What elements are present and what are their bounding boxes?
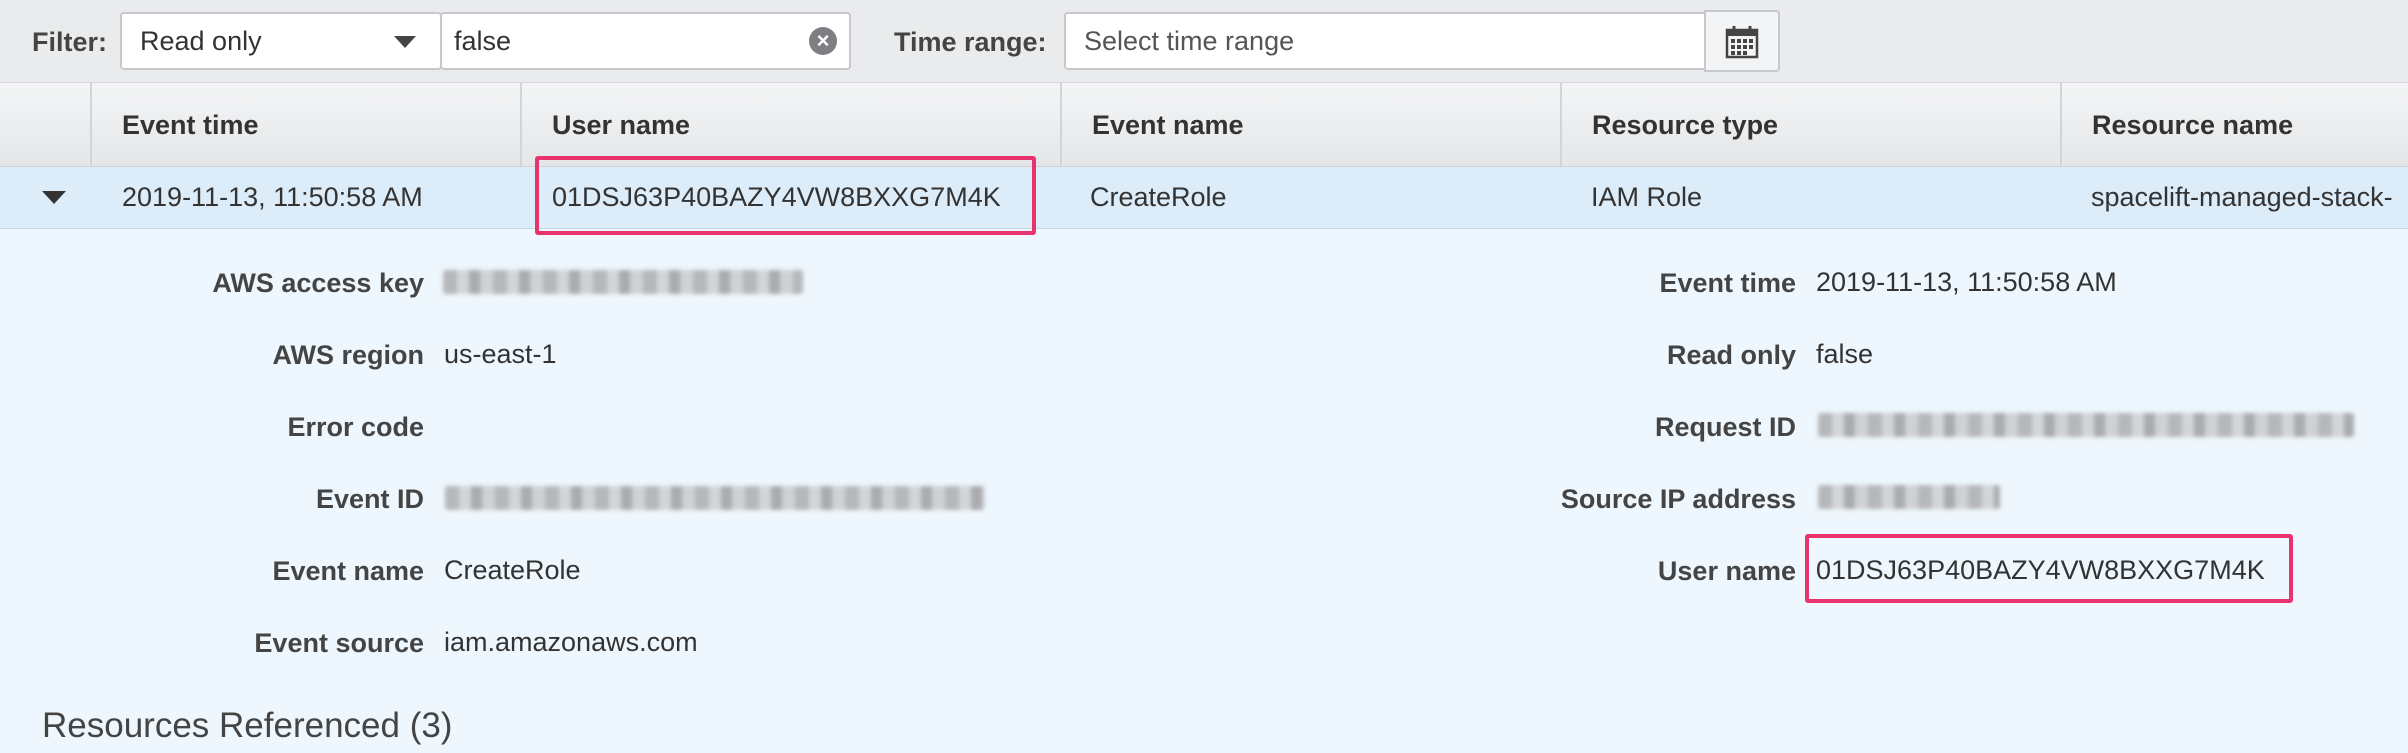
label-event-name: Event name <box>272 556 424 586</box>
time-range-placeholder: Select time range <box>1084 26 1295 56</box>
redacted-request-id <box>1818 413 2354 437</box>
user-name-detail-highlight <box>1805 534 2293 603</box>
redacted-access-key <box>443 270 803 294</box>
cell-resource-name: spacelift-managed-stack- <box>2091 182 2393 212</box>
table-header: Event time User name Event name Resource… <box>0 83 2408 167</box>
value-event-name: CreateRole <box>444 555 581 585</box>
filter-value: false <box>454 26 512 56</box>
label-aws-region: AWS region <box>272 340 424 370</box>
label-user-name: User name <box>1657 556 1796 586</box>
value-event-source: iam.amazonaws.com <box>444 627 698 657</box>
filter-value-input[interactable]: false × <box>440 12 851 70</box>
cell-resource-type: IAM Role <box>1591 182 1703 212</box>
cell-event-time: 2019-11-13, 11:50:58 AM <box>122 182 423 212</box>
label-event-id: Event ID <box>315 484 424 514</box>
label-read-only: Read only <box>1666 340 1796 370</box>
label-event-source: Event source <box>254 628 424 658</box>
time-range-label: Time range: <box>894 27 1047 57</box>
redacted-source-ip <box>1818 485 2000 509</box>
value-event-time: 2019-11-13, 11:50:58 AM <box>1816 267 2117 297</box>
calendar-icon <box>1725 26 1759 59</box>
filter-bar: Filter: Read only false × Time range: Se… <box>0 0 2408 83</box>
label-request-id: Request ID <box>1654 412 1796 442</box>
redacted-event-id <box>445 486 985 510</box>
column-event-time[interactable]: Event time <box>90 83 520 166</box>
filter-label: Filter: <box>32 27 108 57</box>
label-error-code: Error code <box>287 412 424 442</box>
cell-event-name: CreateRole <box>1090 182 1227 212</box>
calendar-button[interactable] <box>1704 10 1780 72</box>
column-user-name[interactable]: User name <box>520 83 1060 166</box>
time-range-input[interactable]: Select time range <box>1064 12 1708 70</box>
filter-attribute-value: Read only <box>140 26 262 56</box>
label-event-time: Event time <box>1659 268 1796 298</box>
label-source-ip: Source IP address <box>1560 484 1796 514</box>
value-aws-region: us-east-1 <box>444 339 557 369</box>
filter-attribute-select[interactable]: Read only <box>120 12 442 70</box>
user-name-highlight <box>535 156 1036 235</box>
table-row[interactable]: 2019-11-13, 11:50:58 AM 01DSJ63P40BAZY4V… <box>0 167 2408 229</box>
resources-referenced-heading[interactable]: Resources Referenced (3) <box>42 706 452 746</box>
chevron-down-icon <box>394 36 416 48</box>
label-aws-access-key: AWS access key <box>212 268 424 298</box>
column-event-name[interactable]: Event name <box>1060 83 1560 166</box>
column-resource-type[interactable]: Resource type <box>1560 83 2060 166</box>
value-read-only: false <box>1816 339 1874 369</box>
clear-icon[interactable]: × <box>809 27 837 55</box>
expand-caret-icon[interactable] <box>42 191 66 204</box>
column-resource-name[interactable]: Resource name <box>2060 83 2408 166</box>
